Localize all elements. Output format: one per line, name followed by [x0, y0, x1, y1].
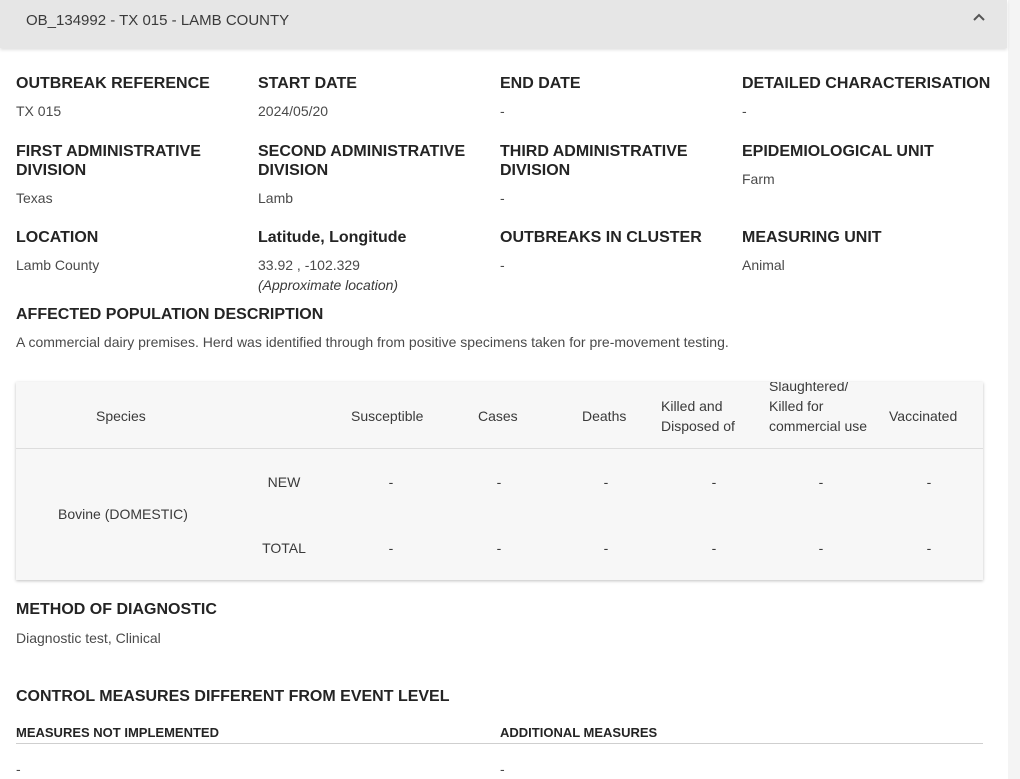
- species-table: Species Susceptible Cases Deaths Killed …: [16, 382, 983, 580]
- method-of-diagnostic-label: METHOD OF DIAGNOSTIC: [16, 601, 217, 618]
- field-label: THIRD ADMINISTRATIVE DIVISION: [500, 143, 688, 179]
- field-label: Latitude, Longitude: [258, 229, 407, 246]
- page-scrollbar[interactable]: [1008, 0, 1020, 779]
- row-label-new: NEW: [267, 474, 301, 490]
- cell-new-susceptible: -: [388, 474, 394, 490]
- field-label: MEASURING UNIT: [742, 229, 882, 246]
- field-label: OUTBREAK REFERENCE: [16, 75, 210, 92]
- field-start-date: START DATE 2024/05/20: [258, 74, 493, 120]
- field-epidemiological-unit: EPIDEMIOLOGICAL UNIT Farm: [742, 142, 982, 188]
- cell-total-vaccinated: -: [926, 540, 932, 556]
- field-value: -: [500, 257, 505, 273]
- chevron-up-icon[interactable]: [970, 10, 988, 24]
- field-value: TX 015: [16, 103, 62, 119]
- measures-not-implemented-value: -: [16, 761, 21, 777]
- field-measuring-unit: MEASURING UNIT Animal: [742, 228, 977, 274]
- divider: [16, 743, 983, 744]
- additional-measures-value: -: [500, 761, 505, 777]
- additional-measures-label: ADDITIONAL MEASURES: [500, 725, 658, 740]
- field-second-administrative-division: SECOND ADMINISTRATIVE DIVISION Lamb: [258, 142, 483, 207]
- field-label: LOCATION: [16, 229, 99, 246]
- outbreak-accordion-header[interactable]: OB_134992 - TX 015 - LAMB COUNTY: [0, 0, 1007, 48]
- field-label: FIRST ADMINISTRATIVE DIVISION: [16, 143, 201, 179]
- affected-population-label: AFFECTED POPULATION DESCRIPTION: [16, 306, 324, 323]
- field-value: Lamb County: [16, 257, 100, 273]
- field-value: Texas: [16, 190, 53, 206]
- approximate-location-note: (Approximate location): [258, 277, 399, 293]
- accordion-title: OB_134992 - TX 015 - LAMB COUNTY: [26, 12, 290, 29]
- table-header-row: Species Susceptible Cases Deaths Killed …: [16, 382, 983, 449]
- field-value: Animal: [742, 257, 785, 273]
- field-first-administrative-division: FIRST ADMINISTRATIVE DIVISION Texas: [16, 142, 231, 207]
- field-label: EPIDEMIOLOGICAL UNIT: [742, 143, 934, 160]
- control-measures-label: CONTROL MEASURES DIFFERENT FROM EVENT LE…: [16, 688, 450, 705]
- cell-new-vaccinated: -: [926, 474, 932, 490]
- column-header-killed-and-disposed: Killed and Disposed of: [661, 398, 735, 434]
- field-value: Farm: [742, 171, 775, 187]
- cell-new-slaughtered: -: [818, 474, 824, 490]
- field-location: LOCATION Lamb County: [16, 228, 251, 274]
- species-name: Bovine (DOMESTIC): [58, 506, 188, 522]
- field-latitude-longitude: Latitude, Longitude 33.92 , -102.329 (Ap…: [258, 228, 493, 294]
- column-header-cases: Cases: [478, 408, 518, 424]
- row-label-total: TOTAL: [262, 540, 306, 556]
- field-value: -: [500, 190, 505, 206]
- column-header-susceptible: Susceptible: [351, 408, 424, 424]
- cell-total-slaughtered: -: [818, 540, 824, 556]
- field-label: DETAILED CHARACTERISATION: [742, 75, 991, 92]
- cell-total-deaths: -: [603, 540, 609, 556]
- field-value: 33.92 , -102.329: [258, 257, 360, 273]
- measures-not-implemented-label: MEASURES NOT IMPLEMENTED: [16, 725, 219, 740]
- column-header-vaccinated: Vaccinated: [889, 408, 958, 424]
- cell-total-cases: -: [496, 540, 502, 556]
- field-label: SECOND ADMINISTRATIVE DIVISION: [258, 143, 466, 179]
- field-third-administrative-division: THIRD ADMINISTRATIVE DIVISION -: [500, 142, 715, 207]
- cell-new-killed: -: [711, 474, 717, 490]
- field-value: 2024/05/20: [258, 103, 329, 119]
- field-outbreak-reference: OUTBREAK REFERENCE TX 015: [16, 74, 251, 120]
- cell-total-susceptible: -: [388, 540, 394, 556]
- cell-total-killed: -: [711, 540, 717, 556]
- method-of-diagnostic-value: Diagnostic test, Clinical: [16, 630, 161, 646]
- field-value: Lamb: [258, 190, 294, 206]
- column-header-species: Species: [96, 408, 146, 424]
- field-value: -: [500, 103, 505, 119]
- cell-new-deaths: -: [603, 474, 609, 490]
- column-header-deaths: Deaths: [582, 408, 627, 424]
- cell-new-cases: -: [496, 474, 502, 490]
- field-value: -: [742, 103, 747, 119]
- column-header-slaughtered: Slaughtered/ Killed for commercial use: [769, 382, 868, 434]
- field-detailed-characterisation: DETAILED CHARACTERISATION -: [742, 74, 1002, 120]
- field-label: OUTBREAKS IN CLUSTER: [500, 229, 702, 246]
- field-label: START DATE: [258, 75, 357, 92]
- affected-population-description: A commercial dairy premises. Herd was id…: [16, 334, 729, 350]
- field-label: END DATE: [500, 75, 581, 92]
- field-outbreaks-in-cluster: OUTBREAKS IN CLUSTER -: [500, 228, 735, 274]
- field-end-date: END DATE -: [500, 74, 735, 120]
